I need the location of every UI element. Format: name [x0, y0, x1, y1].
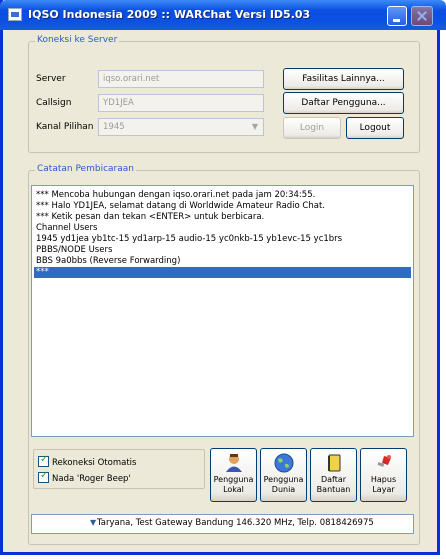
tool-label-line2: Bantuan [316, 485, 351, 494]
minimize-button[interactable] [387, 6, 407, 26]
callsign-label: Callsign [36, 98, 72, 108]
server-value: iqso.orari.net [103, 74, 160, 84]
callsign-field[interactable]: YD1JEA [98, 94, 264, 112]
eraser-icon [376, 455, 391, 467]
tool-label-line2: Lokal [223, 485, 244, 494]
close-button[interactable] [411, 6, 433, 26]
tool-label-line1: Pengguna [263, 475, 304, 484]
tool-label-line1: Hapus [370, 475, 397, 484]
log-group-legend: Catatan Pembicaraan [35, 164, 136, 174]
log-line: 1945 yd1jea yb1tc-15 yd1arp-15 audio-15 … [36, 234, 343, 244]
log-line-selected: *** [34, 267, 411, 278]
checkbox-checked-icon [38, 470, 49, 483]
book-icon [327, 454, 340, 472]
channel-label: Kanal Pilihan [36, 122, 94, 132]
log-line: PBBS/NODE Users [36, 245, 113, 255]
channel-select[interactable]: 1945 ▼ [98, 118, 264, 136]
chevron-down-icon: ▼ [251, 122, 259, 131]
server-field[interactable]: iqso.orari.net [98, 70, 264, 88]
app-icon [8, 8, 22, 21]
gateway-select[interactable]: ▼ Taryana, Test Gateway Bandung 146.320 … [31, 514, 414, 534]
callsign-value: YD1JEA [103, 98, 134, 108]
facilities-button[interactable]: Fasilitas Lainnya... [283, 68, 404, 90]
user-icon [225, 454, 242, 472]
tool-label-line1: Pengguna [213, 475, 254, 484]
help-list-button[interactable]: Daftar Bantuan [310, 448, 357, 502]
title-bar[interactable]: IQSO Indonesia 2009 :: WARChat Versi ID5… [0, 0, 446, 30]
conversation-log[interactable]: *** Mencoba hubungan dengan iqso.orari.n… [31, 185, 414, 437]
user-list-button[interactable]: Daftar Pengguna... [283, 92, 404, 114]
chevron-down-icon: ▼ [90, 518, 97, 527]
tool-label-line2: Dunia [271, 485, 296, 494]
logout-button[interactable]: Logout [346, 117, 404, 139]
world-users-button[interactable]: Pengguna Dunia [260, 448, 307, 502]
clear-screen-button[interactable]: Hapus Layar [360, 448, 407, 502]
roger-beep-checkbox[interactable]: Nada 'Roger Beep' [38, 470, 131, 484]
log-line: *** Ketik pesan dan tekan <ENTER> untuk … [36, 212, 265, 222]
log-line: Channel Users [36, 223, 98, 233]
log-line: *** Mencoba hubungan dengan iqso.orari.n… [36, 190, 316, 200]
local-users-button[interactable]: Pengguna Lokal [210, 448, 257, 502]
login-button[interactable]: Login [283, 117, 341, 139]
log-line: BBS 9a0bbs (Reverse Forwarding) [36, 256, 181, 266]
channel-value: 1945 [103, 122, 125, 132]
server-label: Server [36, 74, 66, 84]
checkbox-checked-icon [38, 454, 49, 467]
tool-label-line2: Layar [372, 485, 395, 494]
gateway-text: Taryana, Test Gateway Bandung 146.320 MH… [97, 518, 374, 528]
roger-beep-label: Nada 'Roger Beep' [52, 474, 131, 484]
tool-label-line1: Daftar [320, 475, 347, 484]
window-title: IQSO Indonesia 2009 :: WARChat Versi ID5… [28, 8, 311, 21]
log-line: *** Halo YD1JEA, selamat datang di World… [36, 201, 325, 211]
auto-reconnect-label: Rekoneksi Otomatis [52, 458, 137, 468]
auto-reconnect-checkbox[interactable]: Rekoneksi Otomatis [38, 454, 137, 468]
server-group-legend: Koneksi ke Server [35, 35, 120, 45]
globe-icon [274, 453, 293, 473]
